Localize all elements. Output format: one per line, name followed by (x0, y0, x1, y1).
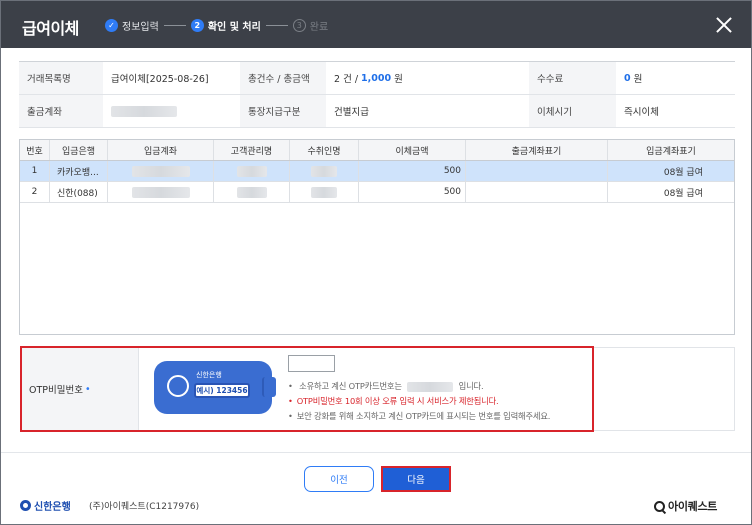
deposit-bank: 신한(088) (50, 182, 108, 202)
step-info-input: ✓ 정보입력 (105, 18, 159, 33)
total-value: 2 건 / 1,000 원 (326, 62, 529, 94)
otp-card-cap (262, 377, 276, 397)
column-header[interactable]: 출금계좌표기 (466, 140, 608, 160)
step-label: 정보입력 (122, 21, 159, 33)
column-header[interactable]: 수취인명 (290, 140, 359, 160)
otp-notes: 소유하고 계신 OTP카드번호는 입니다. OTP비밀번호 10회 이상 오류 … (288, 379, 588, 424)
transfer-amount: 500 (359, 161, 466, 181)
transfer-summary: 거래목록명 급여이체[2025-08-26] 총건수 / 총금액 2 건 / 1… (19, 61, 735, 128)
transfer-grid: 번호 입금은행 입금계좌 고객관리명 수취인명 이체금액 출금계좌표기 입금계좌… (19, 139, 735, 335)
otp-label-text: OTP비밀번호 (29, 385, 83, 396)
trade-name-label: 거래목록명 (19, 62, 103, 94)
deposit-memo: 08월 급여 (663, 167, 703, 178)
otp-note-instruction: 보안 강화를 위해 소지하고 계신 OTP카드에 표시되는 번호를 입력해주세요… (288, 409, 588, 424)
fee-unit: 원 (633, 74, 643, 85)
otp-card-brand: 신한은행 (196, 371, 222, 379)
step-complete: 3 완료 (292, 18, 329, 33)
transfer-time-value: 즉시이체 (616, 95, 735, 127)
close-icon[interactable] (715, 16, 733, 34)
deposit-account (108, 161, 214, 181)
deposit-account (108, 182, 214, 202)
transfer-amount: 500 (359, 182, 466, 202)
step-indicator: ✓ 정보입력 2 확인 및 처리 3 완료 (105, 17, 328, 33)
transfer-dialog: 급여이체 ✓ 정보입력 2 확인 및 처리 3 완료 거래목록명 급여이체[20… (0, 0, 752, 525)
otp-note-card-number: 소유하고 계신 OTP카드번호는 입니다. (288, 379, 588, 394)
column-header[interactable]: 번호 (20, 140, 50, 160)
step-number: 3 (292, 18, 306, 32)
otp-card-illustration: 신한은행 예시) 123456 (154, 361, 276, 414)
recipient-name (290, 182, 359, 202)
check-icon: ✓ (105, 18, 118, 32)
fee-value: 0 원 (616, 62, 735, 94)
bank-logo: 신한은행 (20, 498, 71, 513)
payout-type-value: 건별지급 (326, 95, 529, 127)
deposit-memo: 08월 급여 (663, 188, 703, 199)
customer-name (214, 161, 290, 181)
payout-type-label: 통장지급구분 (240, 95, 326, 127)
recipient-name (290, 161, 359, 181)
total-count: 2 건 / (334, 74, 359, 85)
otp-password-input[interactable] (288, 355, 335, 372)
total-unit: 원 (394, 74, 403, 85)
company-name: (주)아이퀘스트(C1217976) (89, 502, 200, 512)
grid-header: 번호 입금은행 입금계좌 고객관리명 수취인명 이체금액 출금계좌표기 입금계좌… (20, 140, 734, 161)
column-header[interactable]: 입금계좌표기 (608, 140, 734, 160)
row-number: 2 (20, 182, 50, 202)
masked-otp-serial (407, 381, 454, 392)
masked-account (111, 105, 177, 117)
next-button[interactable]: 다음 (381, 466, 451, 492)
step-connector (163, 24, 186, 26)
transfer-time-label: 이체시기 (529, 95, 616, 127)
otp-row-border (593, 347, 735, 431)
vendor-logo: 아이퀘스트 (654, 498, 717, 514)
column-header[interactable]: 입금계좌 (108, 140, 214, 160)
total-label: 총건수 / 총금액 (240, 62, 326, 94)
summary-row: 출금계좌 통장지급구분 건별지급 이체시기 즉시이체 (19, 95, 735, 128)
bank-logo-icon (20, 500, 31, 511)
prev-button[interactable]: 이전 (304, 466, 374, 492)
total-amount: 1,000 (361, 72, 392, 84)
footer-divider (1, 452, 751, 453)
bank-name: 신한은행 (34, 502, 71, 513)
fee-label: 수수료 (529, 62, 616, 94)
step-label: 확인 및 처리 (207, 21, 261, 33)
step-number: 2 (190, 18, 204, 32)
summary-row: 거래목록명 급여이체[2025-08-26] 총건수 / 총금액 2 건 / 1… (19, 62, 735, 95)
required-mark: • (84, 383, 91, 395)
row-number: 1 (20, 161, 50, 181)
column-header[interactable]: 이체금액 (359, 140, 466, 160)
deposit-bank: 카카오뱅... (50, 161, 108, 181)
account-value (103, 95, 240, 127)
column-header[interactable]: 입금은행 (50, 140, 108, 160)
withdraw-memo (466, 161, 608, 181)
step-connector (265, 24, 288, 26)
otp-card-ring (167, 375, 189, 397)
customer-name (214, 182, 290, 202)
column-header[interactable]: 고객관리명 (214, 140, 290, 160)
withdraw-memo (466, 182, 608, 202)
vendor-name: 아이퀘스트 (668, 500, 718, 513)
account-label: 출금계좌 (19, 95, 103, 127)
dialog-header: 급여이체 ✓ 정보입력 2 확인 및 처리 3 완료 (1, 1, 751, 48)
trade-name-value: 급여이체[2025-08-26] (103, 62, 240, 94)
otp-note-warning: OTP비밀번호 10회 이상 오류 입력 시 서비스가 제한됩니다. (288, 394, 588, 409)
table-row[interactable]: 2 신한(088) 500 08월 급여 (20, 182, 734, 203)
otp-label: OTP비밀번호 • (22, 348, 139, 430)
vendor-logo-icon (654, 500, 665, 512)
step-confirm: 2 확인 및 처리 (190, 18, 261, 33)
step-label: 완료 (309, 21, 329, 33)
otp-card-example: 예시) 123456 (194, 383, 250, 398)
fee-amount: 0 (624, 72, 631, 84)
table-row[interactable]: 1 카카오뱅... 500 08월 급여 (20, 161, 734, 182)
dialog-title: 급여이체 (22, 19, 79, 38)
